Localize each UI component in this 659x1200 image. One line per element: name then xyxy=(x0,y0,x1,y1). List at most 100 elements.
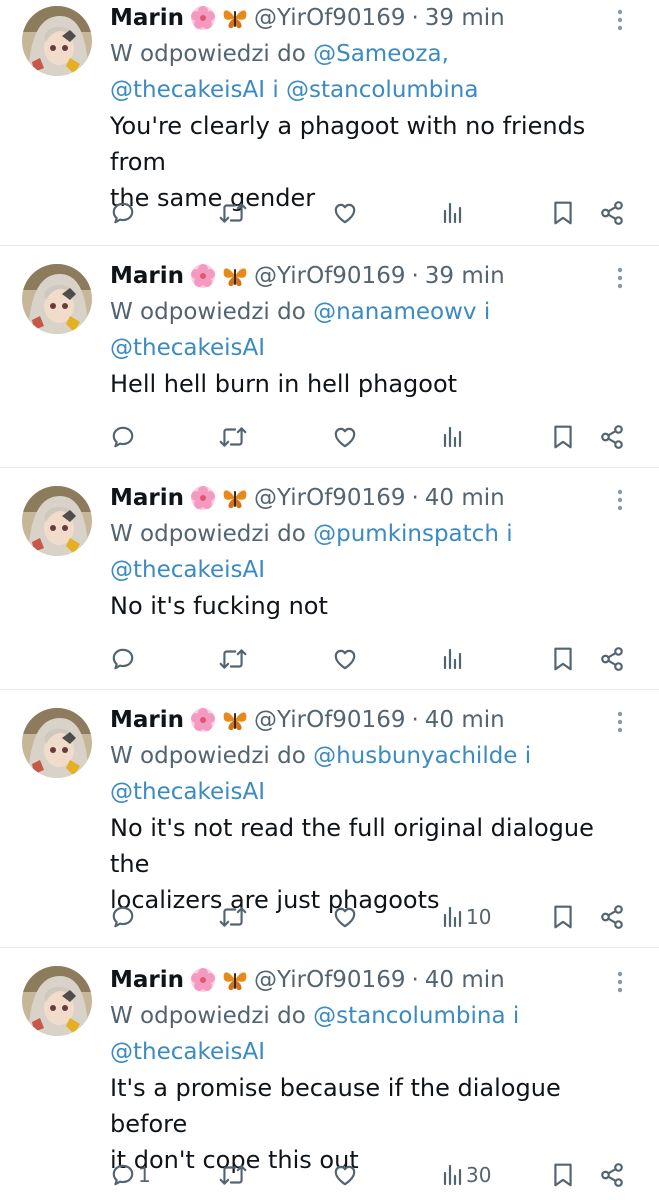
mention-link[interactable]: @stancolumbina xyxy=(286,77,478,103)
like-button[interactable] xyxy=(332,1155,358,1195)
user-handle[interactable]: @YirOf90169 xyxy=(254,480,405,516)
mention-link[interactable]: @thecakeisAI xyxy=(110,779,265,805)
reply-prefix: W odpowiedzi do xyxy=(110,1003,306,1029)
views-count: 10 xyxy=(466,905,492,929)
mention-link[interactable]: @thecakeisAI xyxy=(110,335,265,361)
tweet-text: Hell hell burn in hell phagoot xyxy=(110,366,639,402)
reply-button[interactable] xyxy=(110,639,138,679)
display-name[interactable]: Marin xyxy=(110,258,184,294)
retweet-icon xyxy=(219,907,247,927)
views-button[interactable]: 10 xyxy=(442,897,491,937)
like-button[interactable] xyxy=(332,639,358,679)
reply-count: 1 xyxy=(138,1163,151,1187)
retweet-button[interactable] xyxy=(218,897,248,937)
display-name[interactable]: Marin xyxy=(110,962,184,998)
mention-link[interactable]: @husbunyachilde xyxy=(313,743,517,769)
reply-button[interactable]: 1 xyxy=(110,1155,151,1195)
avatar[interactable] xyxy=(22,708,92,778)
tweet-text-line: No it's not read the full original dialo… xyxy=(110,814,594,878)
butterfly-icon xyxy=(222,263,248,289)
bookmark-button[interactable] xyxy=(552,417,574,457)
more-dots-icon[interactable] xyxy=(615,266,625,290)
avatar[interactable] xyxy=(22,966,92,1036)
views-count: 30 xyxy=(466,1163,492,1187)
reply-prefix: W odpowiedzi do xyxy=(110,521,306,547)
display-name[interactable]: Marin xyxy=(110,702,184,738)
bookmark-button[interactable] xyxy=(552,639,574,679)
views-button[interactable] xyxy=(442,417,466,457)
retweet-button[interactable] xyxy=(218,193,248,233)
user-handle[interactable]: @YirOf90169 xyxy=(254,0,405,36)
share-button[interactable] xyxy=(599,1155,625,1195)
avatar[interactable] xyxy=(22,6,92,76)
mention-link[interactable]: @Sameoza, xyxy=(313,41,449,67)
more-dots-icon[interactable] xyxy=(615,970,625,994)
share-icon xyxy=(601,425,623,449)
reply-prefix: W odpowiedzi do xyxy=(110,41,306,67)
tweet[interactable]: Marin @YirOf90169 · 40 min W odpowiedzi … xyxy=(0,948,659,1200)
more-dots-icon[interactable] xyxy=(615,710,625,734)
bookmark-button[interactable] xyxy=(552,897,574,937)
tweet[interactable]: Marin @YirOf90169 · 40 min W odpowiedzi … xyxy=(0,690,659,948)
mention-link[interactable]: @thecakeisAI xyxy=(110,1039,265,1065)
views-button[interactable]: 30 xyxy=(442,1155,491,1195)
timestamp[interactable]: 40 min xyxy=(425,962,505,998)
mention-link[interactable]: @pumkinspatch xyxy=(313,521,499,547)
reply-button[interactable] xyxy=(110,417,138,457)
more-dots-icon[interactable] xyxy=(615,8,625,32)
bookmark-button[interactable] xyxy=(552,193,574,233)
mention-link[interactable]: @thecakeisAI xyxy=(110,77,265,103)
butterfly-icon xyxy=(222,485,248,511)
share-button[interactable] xyxy=(599,193,625,233)
mention-link[interactable]: @thecakeisAI xyxy=(110,557,265,583)
reply-prefix: W odpowiedzi do xyxy=(110,299,306,325)
retweet-button[interactable] xyxy=(218,1155,248,1195)
tweet[interactable]: Marin @YirOf90169 · 39 min W odpowiedzi … xyxy=(0,0,659,246)
action-bar: 10 xyxy=(110,897,639,937)
like-button[interactable] xyxy=(332,193,358,233)
avatar[interactable] xyxy=(22,264,92,334)
like-button[interactable] xyxy=(332,897,358,937)
bookmark-icon xyxy=(554,201,572,225)
share-button[interactable] xyxy=(599,897,625,937)
views-button[interactable] xyxy=(442,193,466,233)
reply-button[interactable] xyxy=(110,897,138,937)
display-name[interactable]: Marin xyxy=(110,0,184,36)
retweet-icon xyxy=(219,1165,247,1185)
tweet[interactable]: Marin @YirOf90169 · 40 min W odpowiedzi … xyxy=(0,468,659,690)
reply-context: W odpowiedzi do @pumkinspatch i @thecake… xyxy=(110,516,639,588)
reply-feed: Marin @YirOf90169 · 39 min W odpowiedzi … xyxy=(0,0,659,1200)
avatar[interactable] xyxy=(22,486,92,556)
share-button[interactable] xyxy=(599,639,625,679)
display-name[interactable]: Marin xyxy=(110,480,184,516)
views-chart-icon xyxy=(443,202,462,224)
tweet[interactable]: Marin @YirOf90169 · 39 min W odpowiedzi … xyxy=(0,246,659,468)
bookmark-button[interactable] xyxy=(552,1155,574,1195)
mention-link[interactable]: @stancolumbina xyxy=(313,1003,505,1029)
tweet-text-line: It's a promise because if the dialogue b… xyxy=(110,1074,561,1138)
retweet-button[interactable] xyxy=(218,639,248,679)
user-handle[interactable]: @YirOf90169 xyxy=(254,702,405,738)
mention-link[interactable]: @nanameowv xyxy=(313,299,476,325)
mention-conjunction: i xyxy=(272,77,279,103)
butterfly-icon xyxy=(222,5,248,31)
views-button[interactable] xyxy=(442,639,466,679)
retweet-icon xyxy=(219,649,247,669)
like-button[interactable] xyxy=(332,417,358,457)
user-handle[interactable]: @YirOf90169 xyxy=(254,258,405,294)
more-dots-icon[interactable] xyxy=(615,488,625,512)
timestamp[interactable]: 39 min xyxy=(425,258,505,294)
timestamp[interactable]: 39 min xyxy=(425,0,505,36)
separator-dot: · xyxy=(411,263,419,289)
share-icon xyxy=(601,201,623,225)
timestamp[interactable]: 40 min xyxy=(425,702,505,738)
tweet-text-line: Hell hell burn in hell phagoot xyxy=(110,370,458,398)
views-chart-icon xyxy=(443,648,462,670)
views-chart-icon xyxy=(443,1164,462,1186)
user-handle[interactable]: @YirOf90169 xyxy=(254,962,405,998)
share-button[interactable] xyxy=(599,417,625,457)
timestamp[interactable]: 40 min xyxy=(425,480,505,516)
retweet-button[interactable] xyxy=(218,417,248,457)
reply-icon xyxy=(112,648,134,670)
reply-button[interactable] xyxy=(110,193,138,233)
